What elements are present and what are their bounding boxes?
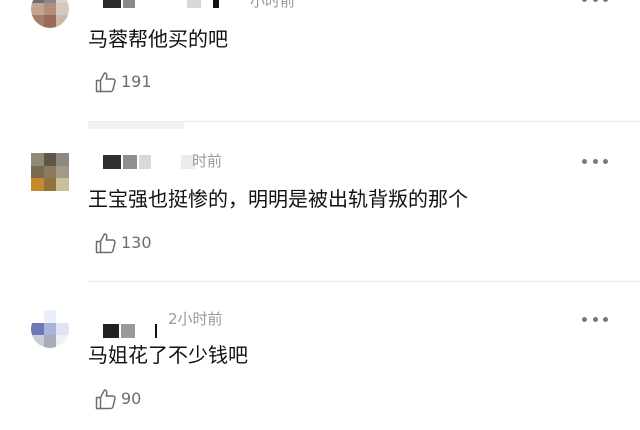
avatar-pixel — [43, 15, 57, 28]
avatar-pixel — [56, 322, 69, 336]
comment-time: 2小时前 — [168, 310, 223, 328]
avatar-mosaic — [31, 0, 69, 28]
avatar-pixel — [56, 153, 69, 166]
avatar-pixel — [31, 2, 44, 16]
avatar-pixel — [31, 165, 44, 179]
username-masked[interactable] — [103, 155, 195, 169]
divider — [88, 281, 640, 282]
avatar[interactable] — [31, 153, 69, 191]
comment-time: 小时前 — [250, 0, 296, 10]
more-dots-icon[interactable] — [582, 315, 608, 323]
like-count: 90 — [121, 389, 142, 408]
like-button[interactable]: 191 — [94, 70, 152, 94]
avatar-pixel — [56, 310, 69, 323]
comment-text: 马姐花了不少钱吧 — [88, 343, 248, 367]
avatar-pixel — [43, 310, 57, 323]
thumbs-up-icon — [95, 389, 116, 410]
avatar-pixel — [56, 165, 69, 179]
like-button[interactable]: 90 — [94, 387, 141, 411]
like-count: 191 — [121, 72, 152, 91]
username-masked[interactable] — [103, 0, 219, 8]
thumbs-up-icon — [95, 72, 116, 93]
avatar-pixel — [56, 178, 69, 191]
username-masked[interactable] — [103, 324, 157, 338]
avatar-pixel — [43, 335, 57, 348]
avatar-pixel — [31, 335, 44, 348]
masked-strip — [88, 121, 184, 129]
comment-text: 王宝强也挺惨的，明明是被出轨背叛的那个 — [88, 187, 468, 211]
avatar-pixel — [43, 153, 57, 166]
like-button[interactable]: 130 — [94, 231, 152, 255]
divider — [88, 121, 640, 122]
more-dots-icon[interactable] — [582, 157, 608, 165]
avatar-pixel — [56, 335, 69, 348]
avatar-pixel — [31, 310, 44, 323]
comment-item: 小时前 马蓉帮他买的吧 191 — [0, 0, 640, 120]
avatar-pixel — [31, 153, 44, 166]
avatar-pixel — [31, 15, 44, 28]
avatar-pixel — [56, 15, 69, 28]
comment-text: 马蓉帮他买的吧 — [88, 27, 228, 51]
avatar-pixel — [56, 2, 69, 16]
more-dots-icon[interactable] — [582, 0, 608, 3]
avatar-mosaic — [31, 310, 69, 348]
avatar-pixel — [31, 322, 44, 336]
comment-item: 时前 王宝强也挺惨的，明明是被出轨背叛的那个 130 — [0, 140, 640, 280]
comment-time: 时前 — [192, 152, 223, 170]
comment-item: 2小时前 马姐花了不少钱吧 90 — [0, 296, 640, 430]
avatar-pixel — [43, 165, 57, 179]
avatar-pixel — [43, 322, 57, 336]
avatar-pixel — [31, 178, 44, 191]
avatar-mosaic — [31, 153, 69, 191]
avatar-pixel — [43, 2, 57, 16]
avatar-pixel — [43, 178, 57, 191]
avatar[interactable] — [31, 310, 69, 348]
avatar[interactable] — [31, 0, 69, 28]
like-count: 130 — [121, 233, 152, 252]
thumbs-up-icon — [95, 233, 116, 254]
